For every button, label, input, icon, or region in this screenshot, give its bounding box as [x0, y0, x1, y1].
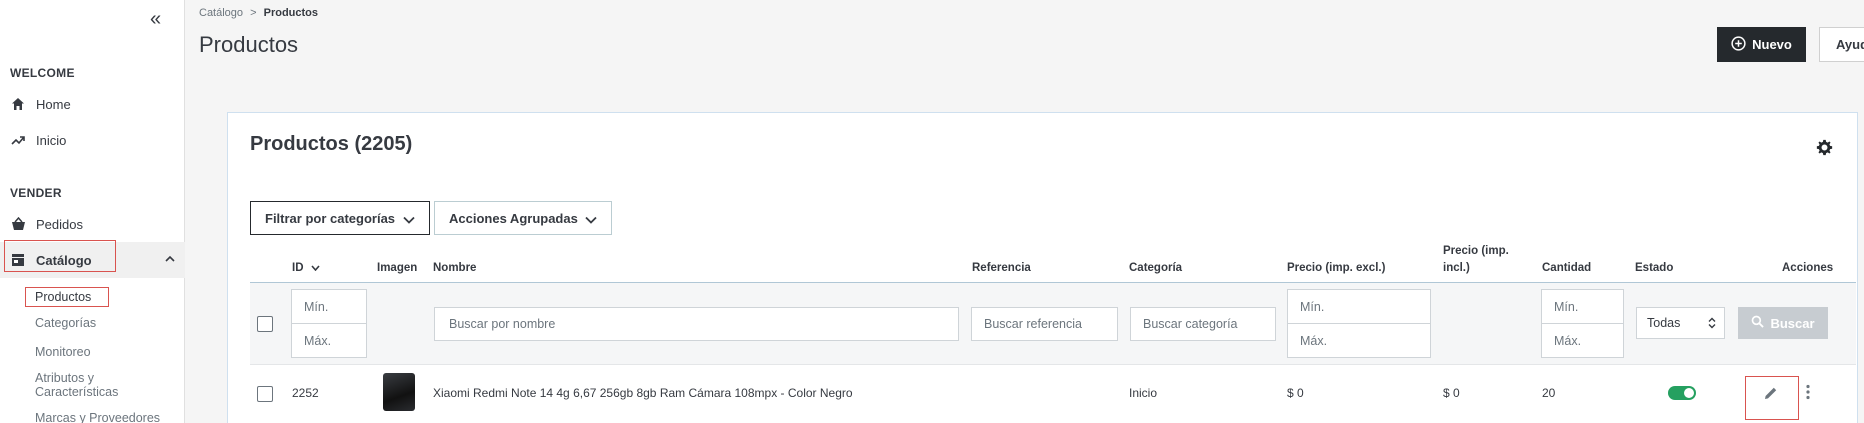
- breadcrumb-parent[interactable]: Catálogo: [199, 7, 243, 19]
- sidebar: « WELCOME Home Inicio VENDER Pedidos Cat…: [0, 0, 185, 423]
- name-search-input[interactable]: Buscar por nombre: [434, 307, 959, 341]
- more-vertical-icon[interactable]: [1806, 384, 1810, 405]
- category-search-input[interactable]: Buscar categoría: [1130, 307, 1276, 341]
- new-product-button[interactable]: Nuevo: [1717, 27, 1806, 62]
- price-max-input[interactable]: Máx.: [1287, 323, 1431, 358]
- column-header-quantity[interactable]: Cantidad: [1542, 262, 1591, 274]
- card-title: Productos (2205): [250, 133, 413, 155]
- search-button[interactable]: Buscar: [1738, 307, 1828, 339]
- quantity-min-input[interactable]: Mín.: [1541, 289, 1624, 324]
- plus-circle-icon: [1731, 35, 1746, 54]
- search-button-label: Buscar: [1770, 315, 1815, 331]
- filter-categories-button[interactable]: Filtrar por categorías: [250, 201, 430, 235]
- row-checkbox[interactable]: [257, 386, 273, 402]
- column-header-price-incl-line1[interactable]: Precio (imp.: [1443, 245, 1509, 257]
- highlight-box: [4, 240, 116, 272]
- double-chevron-left-icon[interactable]: «: [150, 8, 161, 31]
- trending-up-icon: [10, 132, 26, 148]
- breadcrumb-separator: >: [250, 7, 257, 19]
- column-header-status[interactable]: Estado: [1635, 262, 1673, 274]
- sidebar-item-label: Home: [36, 96, 71, 112]
- sort-down-icon: [311, 262, 320, 274]
- bulk-actions-label: Acciones Agrupadas: [449, 210, 578, 226]
- section-title-vender: VENDER: [10, 186, 62, 200]
- status-select-value: Todas: [1647, 316, 1681, 330]
- cell-id: 2252: [292, 386, 319, 400]
- sidebar-subitem-atributos-line1[interactable]: Atributos y: [35, 371, 94, 385]
- cell-price-incl[interactable]: $ 0: [1443, 386, 1460, 400]
- filter-categories-label: Filtrar por categorías: [265, 210, 396, 226]
- sidebar-item-inicio[interactable]: Inicio: [10, 132, 66, 148]
- breadcrumb: Catálogo > Productos: [199, 7, 318, 19]
- chevron-down-icon: [403, 212, 415, 227]
- product-thumbnail[interactable]: [383, 373, 415, 411]
- select-all-checkbox[interactable]: [257, 316, 273, 332]
- chevron-up-icon[interactable]: [165, 252, 175, 266]
- sidebar-subitem-monitoreo[interactable]: Monitoreo: [35, 345, 91, 359]
- sidebar-subitem-atributos-line2[interactable]: Características: [35, 385, 118, 399]
- reference-search-input[interactable]: Buscar referencia: [971, 307, 1118, 341]
- pencil-icon[interactable]: [1764, 386, 1778, 405]
- highlight-box: [25, 287, 109, 307]
- column-header-name[interactable]: Nombre: [433, 262, 476, 274]
- quantity-max-input[interactable]: Máx.: [1541, 323, 1624, 358]
- sidebar-item-pedidos[interactable]: Pedidos: [10, 216, 83, 232]
- cell-name[interactable]: Xiaomi Redmi Note 14 4g 6,67 256gb 8gb R…: [433, 386, 853, 400]
- sidebar-subitem-marcas[interactable]: Marcas y Proveedores: [35, 411, 160, 423]
- home-icon: [10, 96, 26, 112]
- select-arrows-icon: [1708, 317, 1716, 332]
- status-toggle[interactable]: [1668, 386, 1696, 400]
- help-button[interactable]: Ayud: [1819, 27, 1864, 62]
- sidebar-subitem-categorias[interactable]: Categorías: [35, 316, 96, 330]
- section-title-welcome: WELCOME: [10, 66, 75, 80]
- cell-price-excl[interactable]: $ 0: [1287, 386, 1304, 400]
- column-header-id[interactable]: ID: [292, 262, 320, 274]
- cell-quantity[interactable]: 20: [1542, 386, 1555, 400]
- gear-icon[interactable]: [1816, 139, 1833, 161]
- price-min-input[interactable]: Mín.: [1287, 289, 1431, 324]
- new-button-label: Nuevo: [1752, 37, 1792, 52]
- column-header-reference[interactable]: Referencia: [972, 262, 1031, 274]
- search-icon: [1751, 315, 1765, 331]
- column-header-category[interactable]: Categoría: [1129, 262, 1182, 274]
- cell-category: Inicio: [1129, 386, 1158, 400]
- id-max-input[interactable]: Máx.: [291, 323, 367, 358]
- basket-icon: [10, 216, 26, 232]
- page-title: Productos: [199, 32, 299, 57]
- column-header-price-incl-line2[interactable]: incl.): [1443, 262, 1470, 274]
- sidebar-item-label: Inicio: [36, 132, 67, 148]
- column-header-price-excl[interactable]: Precio (imp. excl.): [1287, 262, 1385, 274]
- breadcrumb-current: Productos: [263, 7, 319, 19]
- sidebar-item-home[interactable]: Home: [10, 96, 71, 112]
- column-header-actions: Acciones: [1782, 262, 1834, 274]
- column-header-image: Imagen: [377, 262, 418, 274]
- id-min-input[interactable]: Mín.: [291, 289, 367, 324]
- chevron-down-icon: [585, 212, 597, 227]
- sidebar-item-label: Pedidos: [36, 216, 83, 232]
- status-select[interactable]: Todas: [1636, 307, 1725, 339]
- bulk-actions-button[interactable]: Acciones Agrupadas: [434, 201, 612, 235]
